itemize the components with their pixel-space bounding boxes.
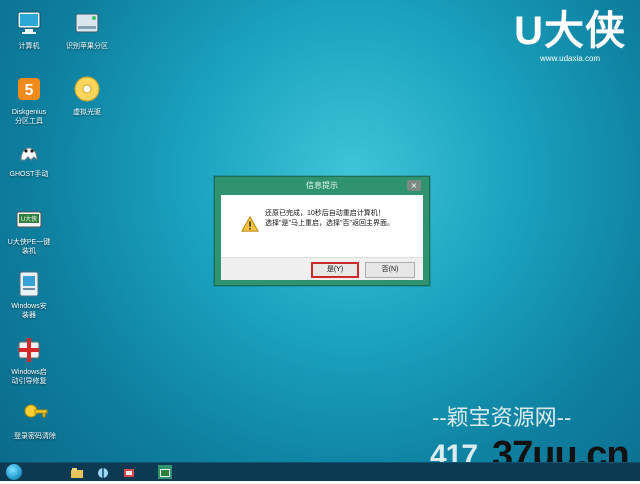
watermark-line1: --颖宝资源网-- xyxy=(432,405,572,430)
dialog-message-line1: 还原已完成，10秒后自动重启计算机！ xyxy=(265,210,385,217)
desktop-icon-label: 虚拟光驱 xyxy=(73,109,101,116)
no-button[interactable]: 否(N) xyxy=(365,262,415,278)
desktop-icon-boot-repair[interactable]: Windows启 动引导修复 xyxy=(0,332,58,386)
desktop-icon-udaxia-installer[interactable]: U大侠 U大侠PE一键 装机 xyxy=(0,202,58,256)
desktop-icon-label: GHOST手动 xyxy=(9,171,49,178)
computer-icon xyxy=(17,11,41,34)
desktop-icon-label: Diskgenius 分区工具 xyxy=(11,109,47,125)
taskbar-app-1[interactable] xyxy=(70,465,84,479)
desktop-icon-computer[interactable]: 计算机 xyxy=(0,6,58,51)
desktop-icon-password-clear[interactable]: 登录密码清除 xyxy=(0,396,70,441)
brand: U大侠 www.udaxia.com xyxy=(514,10,626,63)
desktop-icon-label: U大侠PE一键 装机 xyxy=(7,239,51,255)
dialog-message-line2: 选择"是"马上重启，选择"否"返回主界面。 xyxy=(265,220,394,227)
desktop-icon-diskgenius[interactable]: 5 Diskgenius 分区工具 xyxy=(0,72,58,126)
warning-icon xyxy=(241,215,259,232)
brand-url: www.udaxia.com xyxy=(540,54,601,63)
taskbar-app-2[interactable] xyxy=(96,465,110,479)
key-icon xyxy=(24,404,48,418)
dialog-title: 信息提示 xyxy=(306,181,338,190)
ghost-icon xyxy=(20,147,38,162)
desktop-icon-ghost[interactable]: GHOST手动 xyxy=(0,134,58,179)
folder-icon xyxy=(71,468,83,478)
cd-icon xyxy=(74,76,100,102)
desktop-icon-virtual-cd[interactable]: 虚拟光驱 xyxy=(52,72,122,117)
taskbar xyxy=(0,462,640,481)
windows-installer-icon xyxy=(19,271,39,297)
start-button[interactable] xyxy=(6,464,22,480)
desktop-icon-label: 登录密码清除 xyxy=(14,433,56,440)
svg-text:5: 5 xyxy=(25,82,34,99)
diskgenius-icon: 5 xyxy=(18,78,40,100)
close-icon: × xyxy=(410,181,418,190)
desktop-icon-label: Windows安 装器 xyxy=(11,303,47,319)
installer-icon: U大侠 xyxy=(16,211,42,228)
desktop-icon-label: Windows启 动引导修复 xyxy=(11,369,47,385)
drive-icon xyxy=(75,13,99,33)
desktop-icon-apple-partition[interactable]: 识别苹果分区 xyxy=(52,6,122,51)
dialog-message: 还原已完成，10秒后自动重启计算机！ 选择"是"马上重启，选择"否"返回主界面。 xyxy=(265,209,394,229)
dialog-titlebar: 信息提示 × xyxy=(215,177,429,195)
desktop: 计算机 识别苹果分区 5 Diskgenius 分区工具 虚拟光驱 GHOST手… xyxy=(0,0,640,474)
close-button[interactable]: × xyxy=(407,180,421,191)
brand-logo: U大侠 xyxy=(514,9,626,53)
app-icon xyxy=(124,469,134,477)
dialog-footer: 是(Y) 否(N) xyxy=(221,257,423,280)
yes-button[interactable]: 是(Y) xyxy=(311,262,359,278)
taskbar-app-active[interactable] xyxy=(158,465,172,479)
taskbar-app-3[interactable] xyxy=(122,465,136,479)
info-dialog: 信息提示 × 还原已完成，10秒后自动重启计算机！ 选择"是"马上重启，选择"否… xyxy=(214,176,430,286)
desktop-icon-windows-installer[interactable]: Windows安 装器 xyxy=(0,266,58,320)
installer-taskbar-icon xyxy=(160,469,170,477)
desktop-icon-label: 识别苹果分区 xyxy=(66,43,108,50)
dialog-content: 还原已完成，10秒后自动重启计算机！ 选择"是"马上重启，选择"否"返回主界面。 xyxy=(221,195,423,257)
svg-text:U大侠: U大侠 xyxy=(21,215,37,223)
tool-icon xyxy=(98,468,108,478)
boot-repair-icon xyxy=(18,338,40,362)
desktop-icon-label: 计算机 xyxy=(18,43,40,50)
